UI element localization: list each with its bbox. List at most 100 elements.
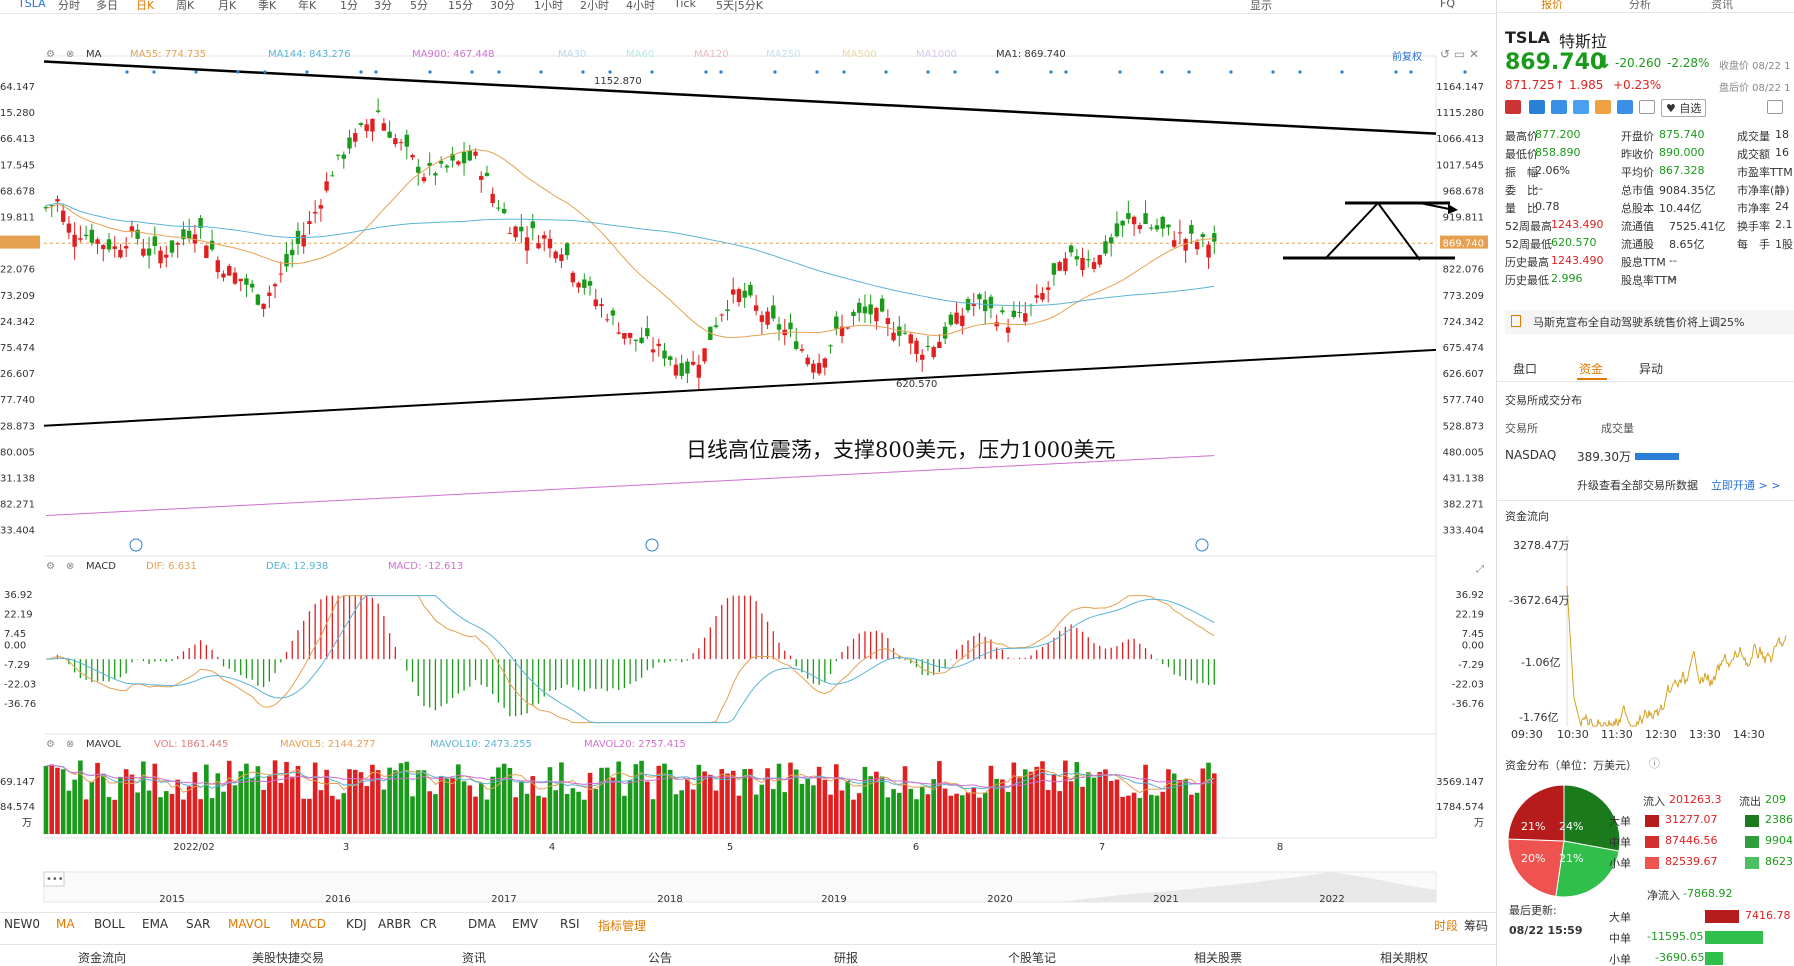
- tab-capital[interactable]: 资金: [1579, 360, 1603, 377]
- ma30-value[interactable]: MA30: [558, 49, 586, 60]
- indicator-tab-9[interactable]: CR: [420, 917, 437, 931]
- period-9[interactable]: 5分: [410, 0, 428, 13]
- macd-label[interactable]: MACD: [86, 561, 116, 572]
- macd-value[interactable]: MACD: -12.613: [388, 561, 463, 572]
- signal-dot: [152, 70, 156, 74]
- mavol-close-icon[interactable]: ⊗: [66, 739, 74, 750]
- bottom-nav-1[interactable]: 美股快捷交易: [252, 949, 324, 966]
- overview-dots-icon[interactable]: •••: [46, 874, 64, 885]
- ma250-value[interactable]: MA250: [766, 49, 801, 60]
- indicator-tab-11[interactable]: EMV: [512, 917, 538, 931]
- mavol20-value[interactable]: MAVOL20: 2757.415: [584, 739, 686, 750]
- period-13[interactable]: 2小时: [580, 0, 609, 13]
- settings-icon[interactable]: ⚙: [46, 49, 55, 60]
- indicator-tab-2[interactable]: BOLL: [94, 917, 125, 931]
- period-15[interactable]: Tick: [674, 0, 696, 10]
- bottom-nav-6[interactable]: 相关股票: [1194, 949, 1242, 966]
- indicator-right-1[interactable]: 筹码: [1464, 917, 1488, 934]
- mavol-label[interactable]: MAVOL: [86, 739, 121, 750]
- event-marker-icon[interactable]: [129, 538, 143, 552]
- collapse-icon[interactable]: ^: [1637, 284, 1645, 295]
- indicator-tab-12[interactable]: RSI: [560, 917, 580, 931]
- self-select-button[interactable]: ♥ 自选: [1661, 99, 1707, 117]
- ma144-value[interactable]: MA144: 843.276: [268, 49, 350, 60]
- macd-close-icon[interactable]: ⊗: [66, 561, 74, 572]
- indicator-tab-4[interactable]: SAR: [186, 917, 210, 931]
- ma120-value[interactable]: MA120: [694, 49, 729, 60]
- mavol10-value[interactable]: MAVOL10: 2473.255: [430, 739, 532, 750]
- period-4[interactable]: 月K: [218, 0, 236, 13]
- chart-canvas[interactable]: 1164.147 64.147 1115.280 15.280 1066.413 66.4…: [0, 0, 1496, 966]
- ma500-value[interactable]: MA500: [842, 49, 877, 60]
- bottom-nav-4[interactable]: 研报: [834, 949, 858, 966]
- upgrade-link[interactable]: 立即开通 > >: [1711, 477, 1780, 493]
- close-icon[interactable]: ⊗: [66, 49, 74, 60]
- tab-quote[interactable]: 报价: [1541, 0, 1563, 12]
- adjust-button[interactable]: 前复权: [1392, 48, 1422, 63]
- period-11[interactable]: 30分: [490, 0, 515, 13]
- bottom-nav-5[interactable]: 个股笔记: [1008, 949, 1056, 966]
- period-1[interactable]: 多日: [96, 0, 118, 13]
- ma900-value[interactable]: MA900: 467.448: [412, 49, 494, 60]
- ma1000-value[interactable]: MA1000: [916, 49, 957, 60]
- period-12[interactable]: 1小时: [534, 0, 563, 13]
- rss-icon[interactable]: [1595, 100, 1611, 114]
- fq-button[interactable]: FQ: [1440, 0, 1455, 10]
- chart-icon[interactable]: [1529, 100, 1545, 114]
- indicator-tab-13[interactable]: 指标管理: [598, 917, 646, 934]
- period-3[interactable]: 周K: [176, 0, 194, 13]
- period-7[interactable]: 1分: [340, 0, 358, 13]
- period-8[interactable]: 3分: [374, 0, 392, 13]
- indicator-right-0[interactable]: 时段: [1434, 917, 1458, 934]
- bottom-nav-3[interactable]: 公告: [648, 949, 672, 966]
- bottom-nav-0[interactable]: 资金流向: [78, 949, 126, 966]
- period-14[interactable]: 4小时: [626, 0, 655, 13]
- dif-value[interactable]: DIF: 6.631: [146, 561, 197, 572]
- tab-unusual[interactable]: 异动: [1639, 360, 1663, 377]
- expand-icon[interactable]: ⤢: [1476, 564, 1484, 575]
- event-marker-icon[interactable]: [1195, 538, 1209, 552]
- tab-orderbook[interactable]: 盘口: [1513, 360, 1537, 377]
- event-marker-icon[interactable]: [645, 538, 659, 552]
- tab-news[interactable]: 资讯: [1711, 0, 1733, 12]
- indicator-tab-8[interactable]: ARBR: [378, 917, 411, 931]
- indicator-tab-0[interactable]: NEW0: [4, 917, 40, 931]
- chart-controls-icon[interactable]: ↺ ▭ ✕: [1440, 47, 1479, 61]
- ma55-value[interactable]: MA55: 774.735: [130, 49, 206, 60]
- dollar-icon[interactable]: [1551, 100, 1567, 114]
- indicator-tab-3[interactable]: EMA: [142, 917, 168, 931]
- period-6[interactable]: 年K: [298, 0, 316, 13]
- indicator-tab-7[interactable]: KDJ: [346, 917, 367, 931]
- ticker-tab[interactable]: TSLA: [18, 0, 46, 10]
- us-flag-icon[interactable]: [1505, 100, 1521, 114]
- news-banner[interactable]: 马斯克宣布全自动驾驶系统售价将上调25%: [1505, 310, 1794, 334]
- period-5[interactable]: 季K: [258, 0, 276, 13]
- vol-value[interactable]: VOL: 1861.445: [154, 739, 228, 750]
- indicator-tab-10[interactable]: DMA: [468, 917, 496, 931]
- mavol-settings-icon[interactable]: ⚙: [46, 739, 55, 750]
- macd-settings-icon[interactable]: ⚙: [46, 561, 55, 572]
- indicator-tab-6[interactable]: MACD: [290, 917, 326, 931]
- bottom-nav-2[interactable]: 资讯: [462, 949, 486, 966]
- period-16[interactable]: 5天|5分K: [716, 0, 763, 13]
- period-2[interactable]: 日K: [136, 0, 154, 13]
- help-icon[interactable]: ⓘ: [1649, 755, 1660, 771]
- tab-analysis[interactable]: 分析: [1629, 0, 1651, 12]
- display-menu[interactable]: 显示: [1250, 0, 1272, 13]
- ma1-value[interactable]: MA1: 869.740: [996, 49, 1066, 60]
- message-icon[interactable]: [1617, 100, 1633, 114]
- trade-icon[interactable]: [1573, 100, 1589, 114]
- period-0[interactable]: 分时: [58, 0, 80, 13]
- indicator-tab-1[interactable]: MA: [56, 917, 75, 931]
- notes-icon[interactable]: [1639, 100, 1655, 114]
- ma-label[interactable]: MA: [86, 49, 101, 60]
- dea-value[interactable]: DEA: 12.938: [266, 561, 328, 572]
- indicator-tab-5[interactable]: MAVOL: [228, 917, 270, 931]
- mavol5-value[interactable]: MAVOL5: 2144.277: [280, 739, 376, 750]
- after-hours-note: 盘后价 08/22 1: [1719, 83, 1791, 94]
- analysis-comment: 日线高位震荡，支撑800美元，压力1000美元: [686, 438, 1116, 462]
- bell-icon[interactable]: [1767, 100, 1783, 114]
- period-10[interactable]: 15分: [448, 0, 473, 13]
- ma60-value[interactable]: MA60: [626, 49, 654, 60]
- bottom-nav-7[interactable]: 相关期权: [1380, 949, 1428, 966]
